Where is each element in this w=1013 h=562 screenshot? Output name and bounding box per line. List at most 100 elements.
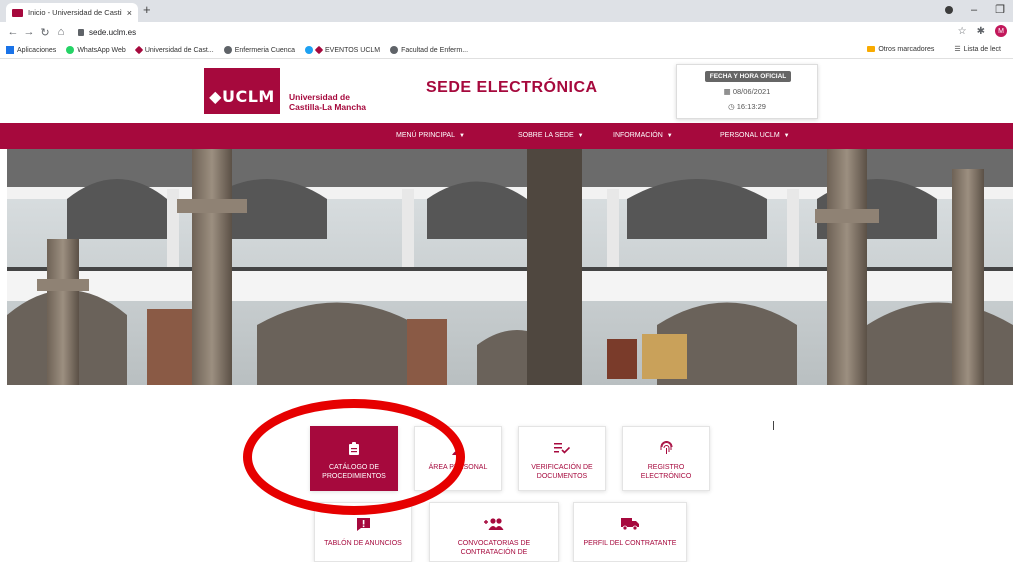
bookmark-label: Universidad de Cast... [144,46,214,54]
tile-label-line1: VERIFICACIÓN DE [531,464,593,471]
close-tab-icon[interactable]: × [127,8,132,18]
annotation-highlight-ellipse [243,399,465,515]
profile-avatar[interactable]: M [995,25,1007,37]
tile-label: CONVOCATORIAS DE CONTRATACIÓN DE [458,539,530,557]
tile-label-line2: ELECTRÓNICO [640,473,692,480]
uclm-logo[interactable]: ◆UCLM [204,68,280,114]
bookmark-label: Lista de lect [963,45,1001,53]
browser-toolbar: ← → ↻ ⌂ sede.uclm.es ☆ ✱ M [0,22,1013,42]
clock-time: ◷ 16:13:29 [677,102,817,111]
tile-registro-electronico[interactable]: REGISTRO ELECTRÓNICO [622,426,710,491]
tile-label: TABLÓN DE ANUNCIOS [324,539,402,548]
menu-label: MENÚ PRINCIPAL [396,132,455,139]
bookmarks-right: Otros marcadores ☰ Lista de lect [867,45,1011,53]
tile-label: REGISTRO ELECTRÓNICO [641,463,692,481]
back-icon[interactable]: ← [5,26,21,38]
menu-label: PERSONAL UCLM [720,132,780,139]
tile-label-line2: DOCUMENTOS [536,473,588,480]
globe-icon [223,46,232,54]
logo-wordmark: UCLM [221,87,275,106]
caret-down-icon: ▼ [666,133,673,139]
media-indicator-icon[interactable] [945,5,953,14]
time-value: 16:13:29 [736,102,766,111]
reading-list-icon: ☰ [954,46,961,53]
caret-down-icon: ▼ [459,133,465,139]
bookmark-label: Aplicaciones [17,46,57,54]
bookmark-label: Facultad de Enferm... [401,46,469,54]
official-clock: FECHA Y HORA OFICIAL ▦ 08/06/2021 ◷ 16:1… [676,64,818,119]
tile-convocatorias-contratacion[interactable]: CONVOCATORIAS DE CONTRATACIÓN DE [429,502,559,562]
tile-label: VERIFICACIÓN DE DOCUMENTOS [531,463,592,481]
bookmark-eventos[interactable]: EVENTOS UCLM [305,45,381,55]
toolbar-actions: ☆ ✱ M [958,25,1007,37]
users-add-icon [484,517,504,531]
caret-down-icon: ▼ [783,133,790,139]
tile-label-line1: TABLÓN DE ANUNCIOS [324,540,402,547]
new-tab-button[interactable]: + [143,3,151,17]
browser-tab-strip: Inicio - Universidad de Castilla-La × + … [0,0,1013,22]
extensions-icon[interactable]: ✱ [977,26,985,37]
fingerprint-icon [660,441,673,455]
bookmark-facultad[interactable]: Facultad de Enferm... [390,46,468,54]
tile-label-line1: CONVOCATORIAS DE [457,540,531,547]
bookmark-reading-list[interactable]: ☰ Lista de lect [954,45,1001,54]
tile-label-line1: PERFIL DEL CONTRATANTE [583,540,677,547]
caret-down-icon: ▼ [577,133,584,139]
truck-icon [621,517,639,531]
date-value: 08/06/2021 [732,87,771,96]
bookmark-other[interactable]: Otros marcadores [867,46,934,53]
minimize-icon[interactable]: – [971,4,977,16]
address-bar[interactable]: sede.uclm.es [78,25,958,39]
text-cursor [773,421,774,430]
browser-tab[interactable]: Inicio - Universidad de Castilla-La × [6,3,138,22]
alert-message-icon [356,517,370,531]
menu-informacion[interactable]: INFORMACIÓN ▼ [613,132,673,139]
window-controls: – ❐ [945,3,1005,16]
bookmark-apps[interactable]: Aplicaciones [6,46,56,54]
star-icon[interactable]: ☆ [958,26,967,37]
forward-icon[interactable]: → [21,26,37,38]
site-header: ◆UCLM Universidad de Castilla-La Mancha … [0,59,1013,123]
apps-grid-icon [6,46,14,54]
bookmark-whatsapp[interactable]: WhatsApp Web [66,46,126,54]
clock-icon: ◷ [728,102,735,111]
globe-icon [390,46,399,54]
university-name-line2: Castilla-La Mancha [289,102,366,112]
university-name[interactable]: Universidad de Castilla-La Mancha [289,92,366,112]
tab-title: Inicio - Universidad de Castilla-La [28,8,122,17]
university-name-line1: Universidad de [289,92,350,102]
menu-personal-uclm[interactable]: PERSONAL UCLM ▼ [720,132,790,139]
bookmark-label: Otros marcadores [878,45,935,53]
main-menu: MENÚ PRINCIPAL ▼ SOBRE LA SEDE ▼ INFORMACI… [0,123,1013,149]
tile-verificacion-documentos[interactable]: VERIFICACIÓN DE DOCUMENTOS [518,426,606,491]
bookmark-uclm[interactable]: Universidad de Cast... [134,45,214,55]
restore-icon[interactable]: ❐ [995,3,1005,16]
bookmarks-bar: Aplicaciones WhatsApp Web Universidad de… [0,42,1013,59]
twitter-icon [305,46,314,54]
tile-label: PERFIL DEL CONTRATANTE [584,539,677,548]
uclm-favicon-icon [12,8,23,17]
menu-label: SOBRE LA SEDE [518,132,574,139]
clock-label: FECHA Y HORA OFICIAL [705,71,791,82]
reload-icon[interactable]: ↻ [37,26,53,39]
tile-perfil-contratante[interactable]: PERFIL DEL CONTRATANTE [573,502,687,562]
bookmark-label: WhatsApp Web [77,46,126,54]
logo-text: ◆UCLM [209,87,275,106]
lock-icon [78,28,84,36]
calendar-icon: ▦ [723,87,731,96]
bookmark-enfermeria[interactable]: Enfermeria Cuenca [223,46,295,54]
home-icon[interactable]: ⌂ [53,26,69,38]
whatsapp-icon [66,46,75,54]
uclm-icon [134,45,144,55]
url-text: sede.uclm.es [89,27,137,37]
tile-label-line1: REGISTRO [647,464,685,471]
clock-date: ▦ 08/06/2021 [677,87,817,96]
page-title: SEDE ELECTRÓNICA [426,79,598,96]
bookmark-label: EVENTOS UCLM [325,46,381,54]
uclm-icon [314,45,324,55]
menu-sobre-la-sede[interactable]: SOBRE LA SEDE ▼ [518,132,584,139]
menu-label: INFORMACIÓN [613,132,663,139]
hero-image [7,149,1013,385]
menu-principal[interactable]: MENÚ PRINCIPAL ▼ [396,132,465,139]
cloister-photo [7,149,1013,385]
